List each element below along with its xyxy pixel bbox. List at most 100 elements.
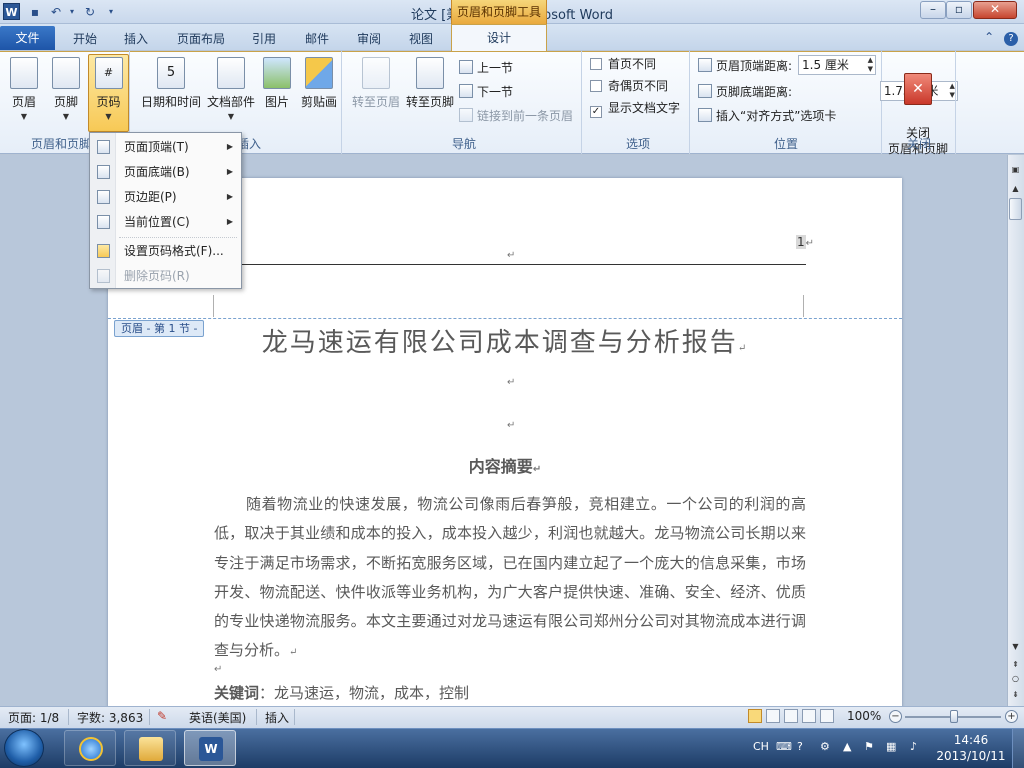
abstract-paragraph[interactable]: 随着物流业的快速发展，物流公司像雨后春笋般，竞相建立。一个公司的利润的高低，取决…	[214, 490, 806, 668]
close-header-footer-button[interactable]: ✕ 关闭 页眉和页脚	[886, 55, 950, 156]
menu-item-bottom-of-page[interactable]: 页面底端(B) ▶	[91, 160, 241, 184]
start-button[interactable]	[4, 729, 44, 767]
action-center-icon[interactable]: ⚑	[864, 740, 874, 753]
maximize-button[interactable]: ▫	[946, 1, 972, 19]
tray-options-icon[interactable]: ⚙	[820, 740, 830, 753]
zoom-in-button[interactable]: +	[1005, 710, 1018, 723]
undo-icon[interactable]: ↶	[48, 4, 64, 20]
vertical-scrollbar[interactable]	[1007, 155, 1024, 706]
page-number-button[interactable]: # 页码 ▼	[88, 54, 129, 132]
spinner-arrows-icon[interactable]: ▲ ▼	[868, 56, 873, 74]
document-title[interactable]: 龙马速运有限公司成本调查与分析报告↵	[108, 322, 902, 359]
menu-item-current-position[interactable]: 当前位置(C) ▶	[91, 210, 241, 234]
page-number-field[interactable]: 1↵	[796, 235, 814, 249]
checkbox-icon	[590, 58, 602, 70]
full-screen-reading-icon[interactable]	[766, 709, 780, 723]
close-window-button[interactable]: ✕	[973, 1, 1017, 19]
menu-item-top-of-page[interactable]: 页面顶端(T) ▶	[91, 135, 241, 159]
header-button[interactable]: 页眉 ▼	[2, 55, 46, 127]
header-underline	[214, 264, 806, 265]
redo-icon[interactable]: ↻	[82, 4, 98, 20]
word-logo-icon[interactable]: W	[3, 3, 20, 20]
tab-view[interactable]: 视图	[409, 30, 433, 47]
scroll-down-icon[interactable]: ▼	[1009, 640, 1022, 653]
insert-alignment-tab-button[interactable]: 插入“对齐方式”选项卡	[698, 106, 836, 126]
zoom-level[interactable]: 100%	[847, 709, 881, 723]
clip-art-icon	[305, 57, 333, 89]
scroll-thumb[interactable]	[1009, 198, 1022, 220]
group-label-header-footer: 页眉和页脚	[30, 137, 91, 151]
group-label-options: 选项	[625, 137, 650, 151]
minimize-button[interactable]: –	[920, 1, 946, 19]
goto-header-button[interactable]: 转至页眉	[350, 55, 402, 127]
crop-mark	[803, 295, 804, 317]
header-distance-input[interactable]: 1.5 厘米 ▲ ▼	[798, 55, 876, 75]
proofing-icon[interactable]: ✎	[157, 709, 167, 723]
web-layout-icon[interactable]	[784, 709, 798, 723]
show-desktop-button[interactable]	[1012, 729, 1024, 768]
volume-icon[interactable]: ♪	[910, 740, 917, 753]
tab-design[interactable]: 设计	[451, 24, 547, 52]
outline-view-icon[interactable]	[802, 709, 816, 723]
clock-time: 14:46	[953, 733, 989, 747]
save-icon[interactable]: ▪	[27, 4, 43, 20]
print-layout-view-icon[interactable]	[748, 709, 762, 723]
tab-insert[interactable]: 插入	[124, 30, 148, 47]
help-tray-icon[interactable]: ?	[797, 740, 803, 753]
show-hidden-icons[interactable]: ▲	[843, 740, 851, 753]
customize-qat-icon[interactable]: ▾	[103, 4, 119, 20]
tab-mailings[interactable]: 邮件	[305, 30, 329, 47]
show-document-text-checkbox[interactable]: ✓ 显示文档文字	[590, 98, 680, 118]
ruler-toggle-icon[interactable]: ▣	[1009, 163, 1022, 176]
taskbar-ie-button[interactable]	[64, 730, 116, 766]
zoom-out-button[interactable]: −	[889, 710, 902, 723]
date-time-button[interactable]: 5 日期和时间	[140, 55, 202, 127]
tab-home[interactable]: 开始	[73, 30, 97, 47]
tab-review[interactable]: 审阅	[357, 30, 381, 47]
menu-item-format-page-numbers[interactable]: 设置页码格式(F)...	[91, 239, 241, 263]
paragraph-mark: ↵	[507, 377, 516, 388]
next-section-button[interactable]: 下一节	[459, 82, 513, 102]
current-position-icon	[97, 215, 110, 229]
undo-dropdown-icon[interactable]: ▾	[64, 4, 80, 20]
link-to-previous-button[interactable]: 链接到前一条页眉	[459, 106, 573, 126]
help-icon[interactable]: ?	[1004, 32, 1018, 46]
different-odd-even-checkbox[interactable]: 奇偶页不同	[590, 76, 668, 96]
tab-file[interactable]: 文件	[0, 26, 55, 50]
draft-view-icon[interactable]	[820, 709, 834, 723]
menu-item-page-margins[interactable]: 页边距(P) ▶	[91, 185, 241, 209]
ime-indicator[interactable]: CH	[753, 740, 769, 753]
menu-item-remove-page-numbers[interactable]: 删除页码(R)	[91, 264, 241, 288]
quick-parts-button[interactable]: 文档部件 ▼	[205, 55, 257, 127]
scroll-up-icon[interactable]: ▲	[1009, 182, 1022, 195]
network-icon[interactable]: ▦	[886, 740, 896, 753]
tab-references[interactable]: 引用	[252, 30, 276, 47]
previous-section-button[interactable]: 上一节	[459, 58, 513, 78]
goto-footer-button[interactable]: 转至页脚	[404, 55, 456, 127]
zoom-slider-knob[interactable]	[950, 710, 958, 723]
tab-page-layout[interactable]: 页面布局	[177, 30, 225, 47]
ribbon-minimize-icon[interactable]: ⌃	[984, 30, 994, 44]
status-page[interactable]: 页面: 1/8	[8, 709, 59, 726]
status-insert-mode[interactable]: 插入	[265, 709, 289, 726]
chevron-down-icon: ▼	[227, 112, 235, 121]
keywords-line[interactable]: 关键词：龙马速运，物流，成本，控制	[214, 682, 469, 703]
taskbar-clock[interactable]: 14:46 2013/10/11	[936, 732, 1006, 764]
taskbar-explorer-button[interactable]	[124, 730, 176, 766]
footer-button[interactable]: 页脚 ▼	[44, 55, 88, 127]
status-language[interactable]: 英语(美国)	[189, 709, 246, 726]
previous-page-icon[interactable]: ⇞	[1009, 658, 1022, 671]
next-page-icon[interactable]: ⇟	[1009, 688, 1022, 701]
browse-object-icon[interactable]: ○	[1009, 672, 1022, 685]
keyboard-icon[interactable]: ⌨	[776, 740, 792, 753]
abstract-heading[interactable]: 内容摘要↵	[108, 453, 902, 477]
keywords-label: 关键词	[214, 684, 260, 702]
crop-mark	[213, 295, 214, 317]
different-first-page-checkbox[interactable]: 首页不同	[590, 54, 656, 74]
clip-art-button[interactable]: 剪贴画	[299, 55, 339, 127]
submenu-arrow-icon: ▶	[226, 192, 233, 201]
taskbar-word-button[interactable]: W	[184, 730, 236, 766]
folder-icon	[139, 737, 163, 761]
status-word-count[interactable]: 字数: 3,863	[77, 709, 143, 726]
picture-button[interactable]: 图片	[259, 55, 295, 127]
